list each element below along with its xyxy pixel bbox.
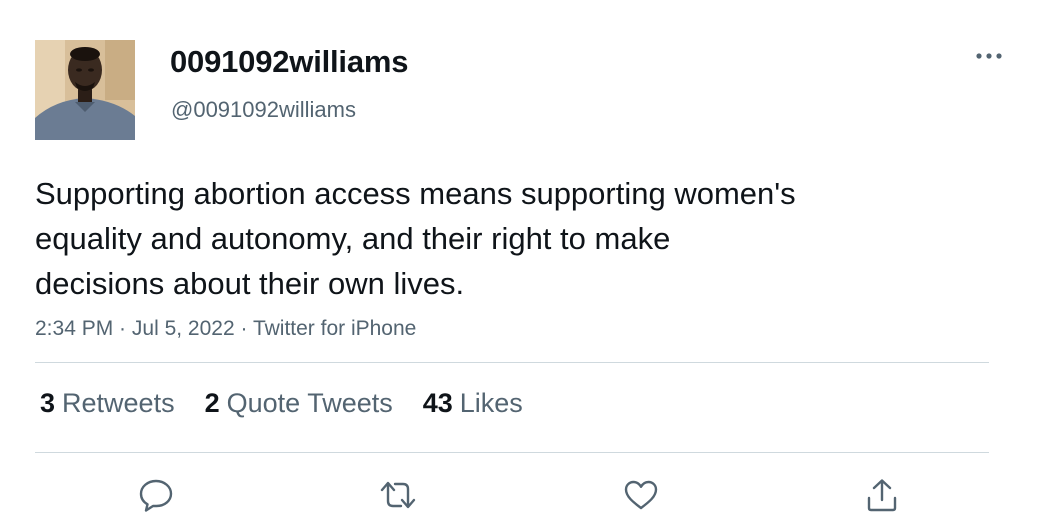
user-handle[interactable]: @0091092williams	[171, 97, 356, 123]
divider	[35, 362, 989, 363]
share-button[interactable]	[862, 476, 902, 514]
retweets-label: Retweets	[62, 388, 175, 418]
more-options-button[interactable]	[972, 44, 1006, 68]
quote-tweets-stat[interactable]: 2 Quote Tweets	[205, 388, 393, 419]
tweet-source[interactable]: Twitter for iPhone	[253, 317, 416, 340]
profile-photo	[35, 40, 135, 140]
divider	[35, 452, 989, 453]
meta-separator: ·	[234, 317, 253, 340]
likes-stat[interactable]: 43 Likes	[423, 388, 523, 419]
share-icon	[867, 479, 897, 512]
retweets-stat[interactable]: 3 Retweets	[40, 388, 175, 419]
display-name[interactable]: 0091092williams	[170, 44, 408, 80]
tweet-text-line: Supporting abortion access means support…	[35, 176, 796, 211]
likes-label: Likes	[459, 388, 523, 418]
like-button[interactable]	[621, 476, 661, 514]
quote-tweets-label: Quote Tweets	[226, 388, 393, 418]
tweet-text-line: decisions about their own lives.	[35, 266, 465, 301]
tweet-metadata: 2:34 PM · Jul 5, 2022 · Twitter for iPho…	[35, 317, 416, 341]
meta-separator: ·	[113, 317, 132, 340]
like-icon	[624, 480, 658, 510]
tweet-text: Supporting abortion access means support…	[35, 171, 995, 306]
tweet-text-line: equality and autonomy, and their right t…	[35, 221, 671, 256]
reply-button[interactable]	[136, 476, 176, 514]
retweet-icon	[380, 481, 416, 509]
tweet-time[interactable]: 2:34 PM	[35, 317, 113, 340]
likes-count: 43	[422, 388, 453, 418]
retweet-button[interactable]	[378, 476, 418, 514]
more-icon	[976, 53, 1002, 59]
quote-tweets-count: 2	[204, 388, 220, 418]
reply-icon	[139, 479, 173, 512]
avatar[interactable]	[35, 40, 135, 140]
retweets-count: 3	[40, 388, 56, 418]
tweet-stats: 3 Retweets 2 Quote Tweets 43 Likes	[40, 388, 523, 419]
tweet-date[interactable]: Jul 5, 2022	[132, 317, 235, 340]
